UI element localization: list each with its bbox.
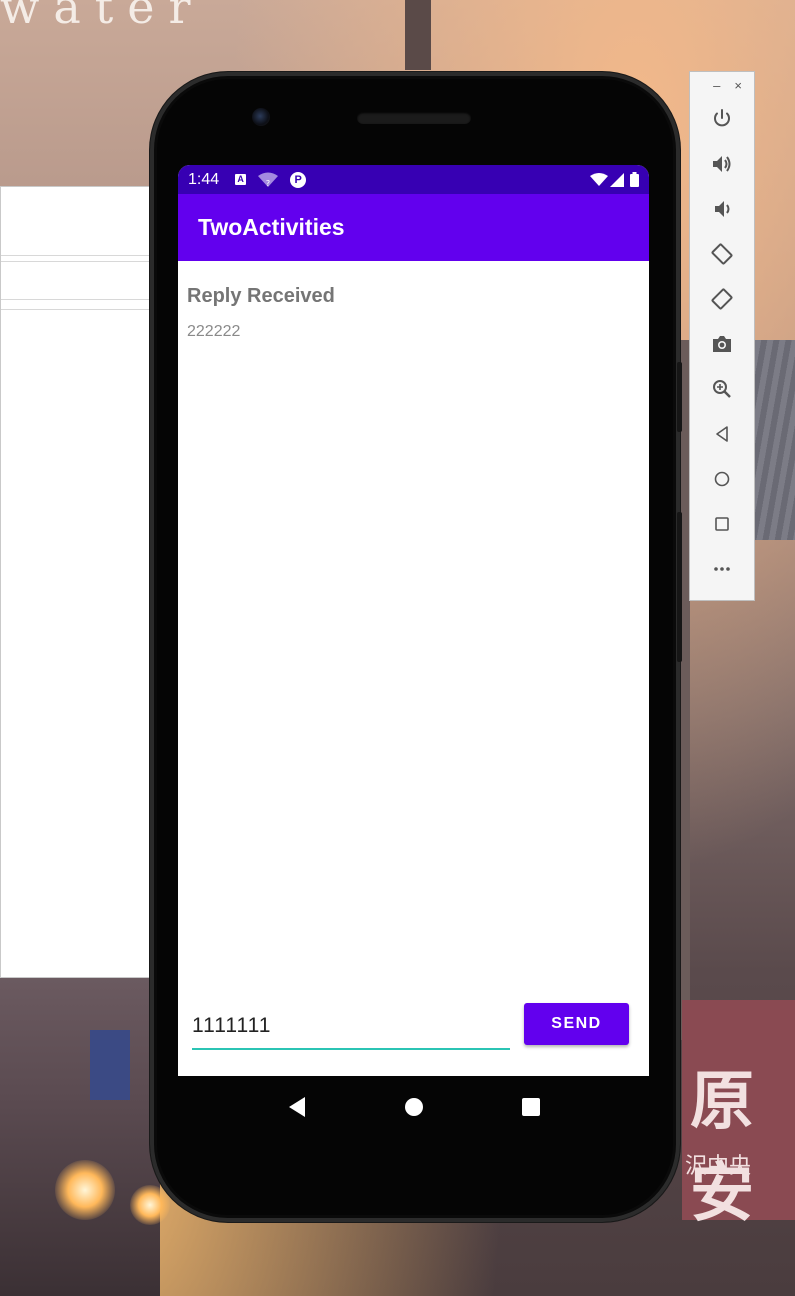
background-building [90, 1030, 130, 1100]
camera-icon [713, 335, 731, 352]
overview-square-icon [521, 1098, 540, 1116]
nav-overview-button[interactable] [516, 1092, 546, 1122]
cell-signal-icon [610, 172, 624, 187]
rotate-right-button[interactable] [690, 276, 754, 321]
rotate-left-icon [711, 243, 733, 264]
volume-down-icon [715, 200, 730, 217]
background-pole [405, 0, 431, 70]
reply-header-text: Reply Received [187, 285, 335, 307]
background-street [0, 978, 160, 1296]
toolbar-window-controls: – × [690, 72, 754, 96]
left-app-window [0, 186, 151, 978]
navigation-bar [178, 1076, 649, 1138]
power-icon [714, 108, 730, 126]
more-button[interactable] [690, 546, 754, 591]
svg-text:?: ? [266, 179, 270, 188]
front-camera [252, 108, 270, 126]
back-icon [716, 425, 728, 442]
rotate-right-icon [711, 288, 733, 309]
overview-icon [715, 516, 729, 531]
wifi-icon: x [590, 172, 608, 187]
background-title-text: water [0, 0, 205, 34]
zoom-button[interactable] [690, 366, 754, 411]
battery-icon [630, 172, 639, 187]
status-time: 1:44 [188, 170, 220, 188]
divider [1, 261, 151, 262]
phone-frame: 1:44 A ? P x TwoActivities Reply Receive… [150, 72, 682, 1222]
svg-text:x: x [602, 181, 606, 187]
volume-down-button[interactable] [690, 186, 754, 231]
earpiece-speaker [357, 112, 471, 124]
toolbar-back-button[interactable] [690, 411, 754, 456]
divider [1, 299, 151, 300]
home-icon [714, 471, 730, 486]
message-input[interactable] [192, 1005, 510, 1047]
notification-a-icon: A [235, 174, 247, 185]
toolbar-home-button[interactable] [690, 456, 754, 501]
rotate-left-button[interactable] [690, 231, 754, 276]
divider [1, 255, 151, 256]
nav-back-button[interactable] [282, 1092, 312, 1122]
app-title: TwoActivities [198, 214, 345, 240]
background-car-light [130, 1185, 170, 1225]
wifi-unknown-icon: ? [258, 172, 279, 188]
volume-side-button[interactable] [677, 512, 682, 662]
power-button[interactable] [690, 96, 754, 141]
background-sign-text: 原安 [690, 1065, 754, 1231]
background-sign-subtext: 沢中央 [685, 1154, 752, 1179]
toolbar-overview-button[interactable] [690, 501, 754, 546]
zoom-icon [713, 379, 731, 398]
divider [1, 309, 151, 310]
more-icon [714, 566, 730, 571]
message-input-wrapper [192, 1005, 510, 1050]
back-triangle-icon [288, 1097, 305, 1117]
volume-up-icon [713, 155, 731, 172]
app-bar: TwoActivities [178, 194, 649, 261]
reply-message-text: 222222 [187, 323, 241, 340]
activity-content: Reply Received 222222 SEND [178, 261, 649, 1076]
emulator-toolbar: – × [689, 71, 755, 601]
nav-home-button[interactable] [399, 1092, 429, 1122]
close-button[interactable]: × [734, 78, 742, 96]
home-circle-icon [404, 1098, 423, 1116]
phone-screen: 1:44 A ? P x TwoActivities Reply Receive… [178, 165, 649, 1076]
minimize-button[interactable]: – [713, 78, 720, 96]
background-car-light [55, 1160, 115, 1220]
notification-p-icon: P [290, 171, 307, 188]
screenshot-button[interactable] [690, 321, 754, 366]
status-bar: 1:44 A ? P x [178, 165, 649, 194]
power-side-button[interactable] [677, 362, 682, 432]
send-button[interactable]: SEND [524, 1003, 629, 1045]
input-underline [192, 1048, 510, 1050]
volume-up-button[interactable] [690, 141, 754, 186]
